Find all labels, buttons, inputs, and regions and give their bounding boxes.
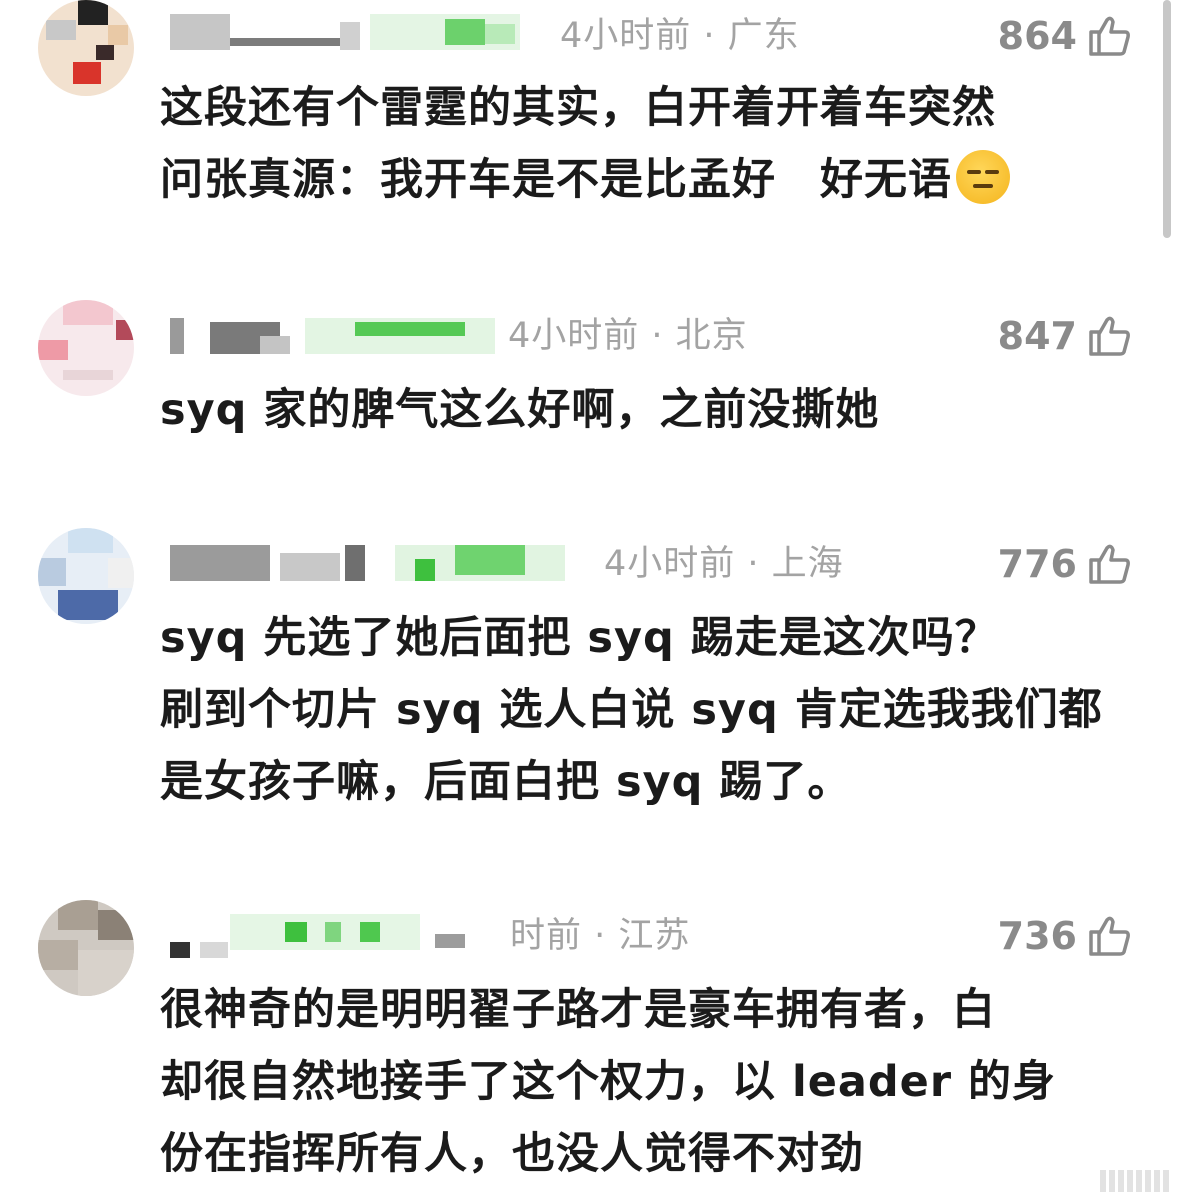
comment-line: 却很自然地接手了这个权力，以 leader 的身 xyxy=(160,1057,1057,1107)
thumbs-up-icon xyxy=(1089,316,1130,356)
username-redacted[interactable] xyxy=(170,545,590,581)
expressionless-face-emoji xyxy=(956,150,1010,204)
avatar[interactable] xyxy=(38,300,134,396)
like-button[interactable]: 864 xyxy=(998,12,1133,60)
like-count: 736 xyxy=(997,914,1077,958)
comment-line: 很神奇的是明明翟子路才是豪车拥有者，白 xyxy=(160,985,996,1035)
comment-line: 这段还有个雷霆的其实，白开着开着车突然 xyxy=(160,83,996,133)
comment-line: syq 家的脾气这么好啊，之前没撕她 xyxy=(160,385,880,435)
comment-meta: 时前 · 江苏 xyxy=(510,916,691,956)
comment-text: 很神奇的是明明翟子路才是豪车拥有者，白 却很自然地接手了这个权力，以 leade… xyxy=(160,974,1140,1190)
avatar[interactable] xyxy=(38,0,134,96)
comment-line: 刷到个切片 syq 选人白说 syq 肯定选我我们都 xyxy=(160,685,1103,735)
scrollbar[interactable] xyxy=(1163,0,1171,238)
comment-meta: 4小时前 · 广东 xyxy=(560,16,800,56)
like-count: 864 xyxy=(997,14,1077,58)
comment-line: 是女孩子嘛，后面白把 syq 踢了。 xyxy=(160,757,852,807)
username-redacted[interactable] xyxy=(170,914,510,958)
thumbs-up-icon xyxy=(1089,544,1130,584)
username-redacted[interactable] xyxy=(170,14,550,50)
username-redacted[interactable] xyxy=(170,318,500,354)
comment-line: syq 先选了她后面把 syq 踢走是这次吗？ xyxy=(160,613,999,663)
avatar[interactable] xyxy=(38,528,134,624)
avatar[interactable] xyxy=(38,900,134,996)
thumbs-up-icon xyxy=(1089,16,1130,56)
like-button[interactable]: 847 xyxy=(998,312,1133,360)
comment-meta: 4小时前 · 北京 xyxy=(508,316,748,356)
comment-line: 问张真源：我开车是不是比孟好 好无语 xyxy=(160,144,1140,216)
comment-meta: 4小时前 · 上海 xyxy=(604,544,844,584)
watermark xyxy=(1100,1170,1169,1192)
comment-text: syq 家的脾气这么好啊，之前没撕她 xyxy=(160,374,1140,446)
thumbs-up-icon xyxy=(1089,916,1130,956)
comment-text: 这段还有个雷霆的其实，白开着开着车突然 问张真源：我开车是不是比孟好 好无语 xyxy=(160,72,1140,216)
comment-text: syq 先选了她后面把 syq 踢走是这次吗？ 刷到个切片 syq 选人白说 s… xyxy=(160,602,1140,818)
comment-line: 份在指挥所有人，也没人觉得不对劲 xyxy=(160,1129,864,1179)
like-button[interactable]: 776 xyxy=(998,540,1133,588)
like-button[interactable]: 736 xyxy=(998,912,1133,960)
like-count: 776 xyxy=(997,542,1077,586)
like-count: 847 xyxy=(997,314,1077,358)
